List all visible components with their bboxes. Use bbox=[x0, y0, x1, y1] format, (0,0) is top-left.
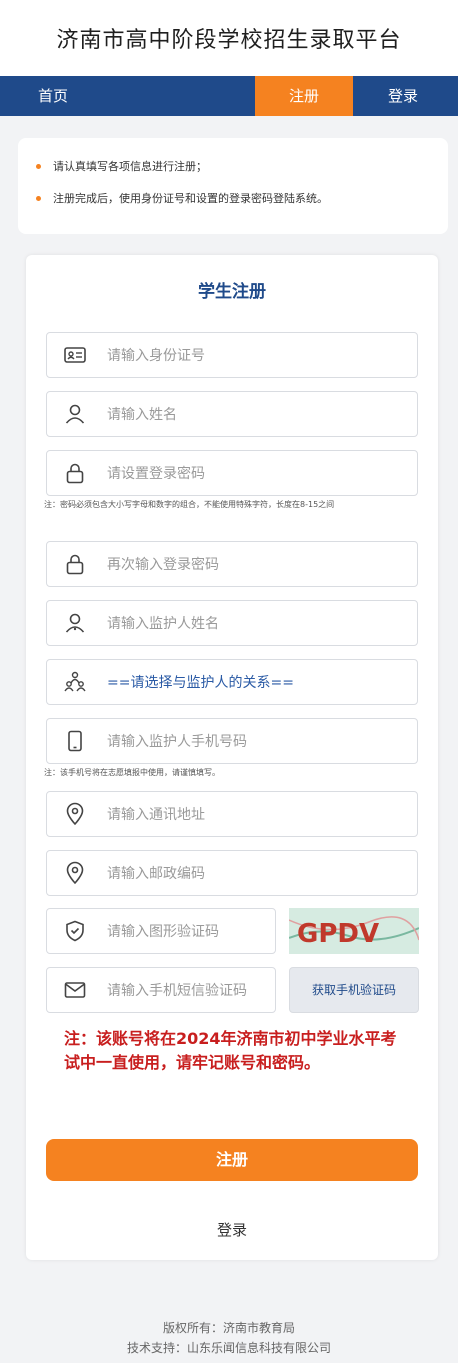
page-header: 济南市高中阶段学校招生录取平台 bbox=[0, 0, 458, 76]
sms-code-placeholder: 请输入手机短信验证码 bbox=[107, 983, 247, 999]
page-title: 济南市高中阶段学校招生录取平台 bbox=[56, 28, 402, 53]
form-title: 学生注册 bbox=[198, 282, 266, 302]
password-input[interactable]: 请设置登录密码 bbox=[46, 450, 418, 496]
guardian-phone-placeholder: 请输入监护人手机号码 bbox=[107, 734, 247, 750]
guardian-name-input[interactable]: 请输入监护人姓名 bbox=[46, 600, 418, 646]
notice-box: 请认真填写各项信息进行注册； 注册完成后，使用身份证号和设置的登录密码登陆系统。 bbox=[18, 138, 448, 234]
password-confirm-input[interactable]: 再次输入登录密码 bbox=[46, 541, 418, 587]
id-number-placeholder: 请输入身份证号 bbox=[107, 348, 205, 364]
notice-item: 注册完成后，使用身份证号和设置的登录密码登陆系统。 bbox=[36, 190, 430, 208]
captcha-placeholder: 请输入图形验证码 bbox=[107, 924, 219, 940]
password-hint: 注：密码必须包含大小写字母和数字的组合，不能使用特殊字符，长度在8-15之间 bbox=[44, 500, 335, 509]
footer-support: 技术支持：山东乐闻信息科技有限公司 bbox=[126, 1341, 331, 1355]
phone-hint: 注：该手机号将在志愿填报中使用，请谨慎填写。 bbox=[44, 768, 220, 777]
mail-icon bbox=[64, 982, 86, 998]
guardian-icon bbox=[65, 613, 85, 633]
captcha-image[interactable]: GPDV bbox=[289, 908, 419, 954]
location-icon bbox=[66, 802, 84, 826]
register-card: 学生注册 请输入身份证号 请输入姓名 请设置登录密码 注：密码必须包含大小写字母… bbox=[26, 255, 438, 1260]
password-confirm-placeholder: 再次输入登录密码 bbox=[107, 557, 219, 573]
notice-text: 请认真填写各项信息进行注册； bbox=[53, 160, 207, 173]
family-icon bbox=[64, 671, 86, 692]
password-placeholder: 请设置登录密码 bbox=[107, 466, 205, 482]
sms-code-input[interactable]: 请输入手机短信验证码 bbox=[46, 967, 276, 1013]
name-placeholder: 请输入姓名 bbox=[107, 407, 177, 423]
footer: 版权所有：济南市教育局 技术支持：山东乐闻信息科技有限公司 bbox=[0, 1318, 458, 1358]
footer-copyright: 版权所有：济南市教育局 bbox=[162, 1321, 295, 1335]
lock-icon bbox=[66, 554, 84, 575]
get-sms-code-button[interactable]: 获取手机验证码 bbox=[289, 967, 419, 1013]
bullet-icon bbox=[36, 196, 41, 201]
captcha-input[interactable]: 请输入图形验证码 bbox=[46, 908, 276, 954]
nav-bar: 首页 注册 登录 bbox=[0, 76, 458, 116]
location-icon bbox=[66, 861, 84, 885]
shield-icon bbox=[66, 920, 84, 942]
nav-login[interactable]: 登录 bbox=[388, 76, 418, 116]
postal-code-placeholder: 请输入邮政编码 bbox=[107, 866, 205, 882]
nav-home[interactable]: 首页 bbox=[38, 76, 68, 116]
id-card-icon bbox=[64, 347, 86, 363]
relation-select-value: ==请选择与监护人的关系== bbox=[107, 675, 294, 691]
id-number-input[interactable]: 请输入身份证号 bbox=[46, 332, 418, 378]
name-input[interactable]: 请输入姓名 bbox=[46, 391, 418, 437]
phone-icon bbox=[68, 730, 82, 752]
lock-icon bbox=[66, 463, 84, 484]
postal-code-input[interactable]: 请输入邮政编码 bbox=[46, 850, 418, 896]
account-warning: 注：该账号将在2024年济南市初中学业水平考试中一直使用，请牢记账号和密码。 bbox=[64, 1029, 397, 1072]
guardian-name-placeholder: 请输入监护人姓名 bbox=[107, 616, 219, 632]
user-icon bbox=[65, 404, 85, 424]
address-input[interactable]: 请输入通讯地址 bbox=[46, 791, 418, 837]
notice-item: 请认真填写各项信息进行注册； bbox=[36, 158, 430, 176]
guardian-phone-input[interactable]: 请输入监护人手机号码 bbox=[46, 718, 418, 764]
relation-select[interactable]: ==请选择与监护人的关系== bbox=[46, 659, 418, 705]
nav-register[interactable]: 注册 bbox=[255, 76, 353, 116]
bullet-icon bbox=[36, 164, 41, 169]
notice-text: 注册完成后，使用身份证号和设置的登录密码登陆系统。 bbox=[53, 192, 328, 205]
login-link[interactable]: 登录 bbox=[26, 1219, 438, 1240]
captcha-text: GPDV bbox=[297, 919, 379, 949]
address-placeholder: 请输入通讯地址 bbox=[107, 807, 205, 823]
register-button[interactable]: 注册 bbox=[46, 1139, 418, 1181]
